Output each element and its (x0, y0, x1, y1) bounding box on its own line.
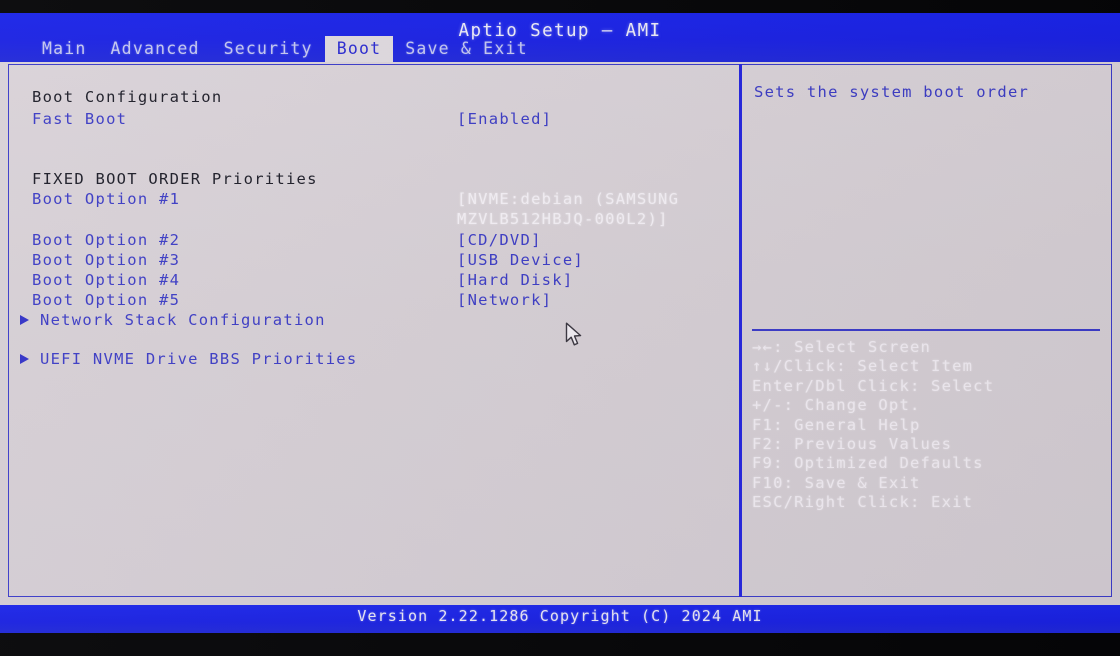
setting-value-line2: MZVLB512HBJQ-000L2)] (457, 210, 669, 228)
setting-row-boot-option-2[interactable]: Boot Option #2 [CD/DVD] (10, 231, 739, 251)
monitor-bezel-bottom (0, 633, 1120, 656)
section-heading-boot-configuration: Boot Configuration (10, 88, 739, 108)
submenu-arrow-icon (20, 354, 29, 364)
setting-value[interactable]: [USB Device] (457, 251, 584, 269)
legend-row-5: F2: Previous Values (752, 435, 953, 454)
legend-row-6: F9: Optimized Defaults (752, 454, 984, 473)
help-description: Sets the system boot order (754, 83, 1030, 101)
setting-value[interactable]: [Enabled] (457, 110, 552, 128)
setting-label: Fast Boot (32, 110, 128, 128)
setting-row-network-stack-configuration[interactable]: Network Stack Configuration (10, 311, 739, 331)
legend-row-7: F10: Save & Exit (752, 473, 921, 492)
legend-row-2: Enter/Dbl Click: Select (752, 376, 995, 395)
settings-list[interactable]: Boot Configuration Fast Boot [Enabled] FIXE… (10, 64, 739, 597)
help-pane: Sets the system boot order →←: Select Sc… (742, 64, 1104, 597)
submenu-arrow-icon (20, 315, 29, 325)
monitor-bezel-top (0, 0, 1120, 13)
mouse-pointer-icon (565, 322, 583, 348)
setting-label: Boot Configuration (32, 88, 223, 106)
tab-security[interactable]: Security (212, 36, 325, 62)
menu-tab-bar[interactable]: Main Advanced Security Boot Save & Exit (30, 36, 540, 62)
tab-main[interactable]: Main (30, 36, 99, 62)
setting-value[interactable]: [NVME:debian (SAMSUNG MZVLB512HBJQ-000L2)… (457, 190, 679, 228)
setting-value[interactable]: [Hard Disk] (457, 271, 573, 289)
setting-row-boot-option-4[interactable]: Boot Option #4 [Hard Disk] (10, 271, 739, 291)
legend-row-3: +/-: Change Opt. (752, 396, 921, 415)
tab-advanced[interactable]: Advanced (99, 36, 212, 62)
help-separator (752, 329, 1100, 331)
legend-row-1: ↑↓/Click: Select Item (752, 357, 974, 376)
section-heading-fixed-boot-order-priorities: FIXED BOOT ORDER Priorities (10, 170, 739, 190)
legend-row-0: →←: Select Screen (752, 338, 932, 356)
setting-label: FIXED BOOT ORDER Priorities (32, 170, 318, 188)
tab-save-exit[interactable]: Save & Exit (393, 36, 539, 62)
setting-label: Boot Option #5 (32, 291, 181, 309)
content-plate: Boot Configuration Fast Boot [Enabled] FIXE… (0, 62, 1120, 605)
setting-label: Boot Option #1 (32, 190, 181, 208)
tab-boot[interactable]: Boot (324, 36, 394, 62)
setting-value[interactable]: [Network] (457, 291, 552, 309)
bios-setup-screen: Aptio Setup – AMI Main Advanced Security Bo… (0, 0, 1120, 656)
setting-label: UEFI NVME Drive BBS Priorities (40, 350, 358, 368)
setting-row-boot-option-3[interactable]: Boot Option #3 [USB Device] (10, 251, 739, 271)
legend-row-8: ESC/Right Click: Exit (752, 493, 974, 512)
setting-label: Boot Option #2 (32, 231, 181, 249)
setting-value[interactable]: [CD/DVD] (457, 231, 542, 249)
setting-label: Boot Option #4 (32, 271, 181, 289)
bios-version-text: Version 2.22.1286 Copyright (C) 2024 AMI (357, 607, 763, 625)
setting-row-boot-option-5[interactable]: Boot Option #5 [Network] (10, 291, 739, 311)
setting-row-uefi-nvme-drive-bbs-priorities[interactable]: UEFI NVME Drive BBS Priorities (10, 350, 739, 370)
setting-row-fast-boot[interactable]: Fast Boot [Enabled] (10, 110, 739, 130)
key-legend: →←: Select Screen ↑↓/Click: Select Item En… (752, 338, 1102, 513)
setting-label: Network Stack Configuration (40, 311, 326, 329)
setting-row-boot-option-1[interactable]: Boot Option #1 [NVME:debian (SAMSUNG MZVLB… (10, 190, 739, 228)
legend-row-4: F1: General Help (752, 415, 921, 434)
setting-label: Boot Option #3 (32, 251, 181, 269)
